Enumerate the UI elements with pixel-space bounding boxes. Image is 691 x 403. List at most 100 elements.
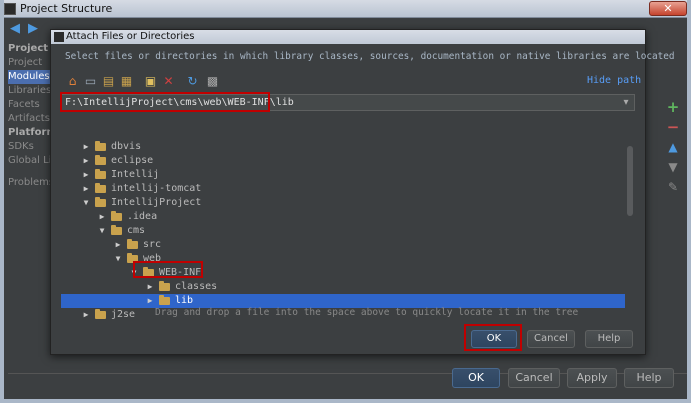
path-field: ▾ — [61, 94, 635, 111]
tree-row[interactable]: ▼ IntellijProject — [61, 196, 625, 210]
edit-icon[interactable]: ✎ — [666, 180, 680, 194]
tree-row[interactable]: ▼ cms — [61, 224, 625, 238]
expand-icon[interactable]: ▶ — [145, 280, 155, 294]
tree-row[interactable]: ▶ classes — [61, 280, 625, 294]
dialog-description: Select files or directories in which lib… — [65, 51, 675, 62]
folder-icon — [95, 169, 106, 179]
dialog-titlebar: Attach Files or Directories — [51, 30, 645, 44]
folder-icon — [111, 225, 122, 235]
expand-icon[interactable]: ▶ — [81, 154, 91, 168]
tree-item-label: Intellij — [111, 169, 160, 180]
new-folder-icon[interactable]: ▣ — [143, 74, 158, 89]
tree-row[interactable]: ▶ dbvis — [61, 140, 625, 154]
tree-item-label: cms — [127, 225, 146, 236]
outer-close-button[interactable]: ✕ — [649, 1, 687, 16]
folder-icon — [95, 155, 106, 165]
folder-icon — [95, 309, 106, 319]
outer-window-title: Project Structure — [20, 2, 113, 15]
move-down-icon[interactable]: ▼ — [666, 160, 680, 174]
expand-icon[interactable]: ▶ — [81, 308, 91, 320]
outer-apply-button[interactable]: Apply — [567, 368, 617, 388]
forward-arrow-icon[interactable]: ▶ — [28, 22, 42, 36]
folder-icon — [95, 197, 106, 207]
tree-item-label: .idea — [127, 211, 158, 222]
dialog-title: Attach Files or Directories — [66, 31, 195, 42]
collapse-icon[interactable]: ▼ — [81, 196, 91, 210]
left-panel-item: Project Settings — [8, 43, 52, 54]
tree-item-label: j2se — [111, 309, 136, 320]
file-tree: ▶ dbvis ▶ eclipse ▶ Intellij ▶ intellij-tomcat ▼… — [61, 112, 635, 320]
tree-row[interactable]: ▼ web — [61, 252, 625, 266]
folder-icon — [159, 281, 170, 291]
tree-row[interactable]: ▶ lib — [61, 294, 625, 308]
expand-icon[interactable]: ▶ — [113, 238, 123, 252]
tree-item-label: dbvis — [111, 141, 142, 152]
outer-left-panel: Project Settings ProjectModulesLibrariesF… — [8, 42, 52, 372]
show-hidden-icon[interactable]: ▩ — [205, 74, 220, 89]
tree-item-label: lib — [175, 295, 194, 306]
remove-icon[interactable]: − — [666, 120, 680, 135]
collapse-icon[interactable]: ▼ — [97, 224, 107, 238]
refresh-icon[interactable]: ↻ — [185, 74, 200, 89]
collapse-icon[interactable]: ▼ — [113, 252, 123, 266]
tree-item-label: WEB-INF — [159, 267, 202, 278]
hide-path-link[interactable]: Hide path — [587, 75, 641, 86]
path-history-icon[interactable]: ▾ — [620, 96, 632, 109]
tree-item-label: IntellijProject — [111, 197, 202, 208]
add-icon[interactable]: + — [666, 100, 680, 115]
expand-icon[interactable]: ▶ — [81, 182, 91, 196]
path-input[interactable] — [65, 96, 605, 109]
dialog-cancel-button[interactable]: Cancel — [527, 330, 575, 348]
left-panel-item[interactable]: Modules — [8, 70, 52, 84]
folder-icon — [159, 295, 170, 305]
desktop-icon[interactable]: ▭ — [83, 74, 98, 89]
delete-icon[interactable]: ✕ — [161, 74, 176, 89]
folder-icon — [127, 239, 138, 249]
left-panel-item[interactable]: Libraries — [8, 84, 52, 98]
move-up-icon[interactable]: ▲ — [666, 140, 680, 154]
left-panel-item: Platform Settings — [8, 127, 52, 138]
folder-icon — [127, 253, 138, 263]
expand-icon[interactable]: ▶ — [145, 294, 155, 308]
tree-row[interactable]: ▶ intellij-tomcat — [61, 182, 625, 196]
left-panel-item[interactable]: Artifacts — [8, 112, 52, 126]
left-panel-item[interactable]: Global Libraries — [8, 154, 52, 168]
outer-cancel-button[interactable]: Cancel — [508, 368, 560, 388]
left-panel-item[interactable]: Project — [8, 56, 52, 70]
tree-row[interactable]: ▶ eclipse — [61, 154, 625, 168]
dialog-app-icon — [54, 32, 64, 42]
outer-right-toolbar: + − ▲ ▼ ✎ — [646, 18, 691, 378]
outer-ok-button[interactable]: OK — [452, 368, 500, 388]
folder-icon — [95, 141, 106, 151]
folder-icon — [143, 267, 154, 277]
dialog-help-button[interactable]: Help — [585, 330, 633, 348]
left-panel-item[interactable]: Facets — [8, 98, 52, 112]
outer-titlebar: Project Structure ✕ — [0, 0, 691, 18]
expand-icon[interactable]: ▶ — [97, 210, 107, 224]
dialog-ok-button[interactable]: OK — [471, 330, 517, 348]
module-folder-icon[interactable]: ▦ — [119, 74, 134, 89]
left-panel-item[interactable]: SDKs — [8, 140, 52, 154]
tree-scrollbar[interactable] — [627, 146, 633, 216]
back-arrow-icon[interactable]: ◀ — [10, 22, 24, 36]
home-icon[interactable]: ⌂ — [65, 74, 80, 89]
expand-icon[interactable]: ▶ — [81, 140, 91, 154]
project-folder-icon[interactable]: ▤ — [101, 74, 116, 89]
expand-icon[interactable]: ▶ — [81, 168, 91, 182]
left-panel-item[interactable]: Problems — [8, 176, 52, 190]
tree-item-label: src — [143, 239, 162, 250]
tree-row[interactable]: ▶ .idea — [61, 210, 625, 224]
outer-help-button[interactable]: Help — [624, 368, 674, 388]
app-icon — [4, 3, 16, 15]
tree-row[interactable]: ▼ WEB-INF — [61, 266, 625, 280]
folder-icon — [95, 183, 106, 193]
tree-row[interactable]: ▶ src — [61, 238, 625, 252]
collapse-icon[interactable]: ▼ — [129, 266, 139, 280]
tree-item-label: eclipse — [111, 155, 154, 166]
tree-item-label: classes — [175, 281, 218, 292]
file-chooser-toolbar: ⌂ ▭ ▤ ▦ ▣ ✕ ↻ ▩ — [65, 74, 265, 92]
folder-icon — [111, 211, 122, 221]
drag-drop-hint: Drag and drop a file into the space abov… — [155, 307, 579, 318]
tree-item-label: intellij-tomcat — [111, 183, 202, 194]
tree-row[interactable]: ▶ Intellij — [61, 168, 625, 182]
